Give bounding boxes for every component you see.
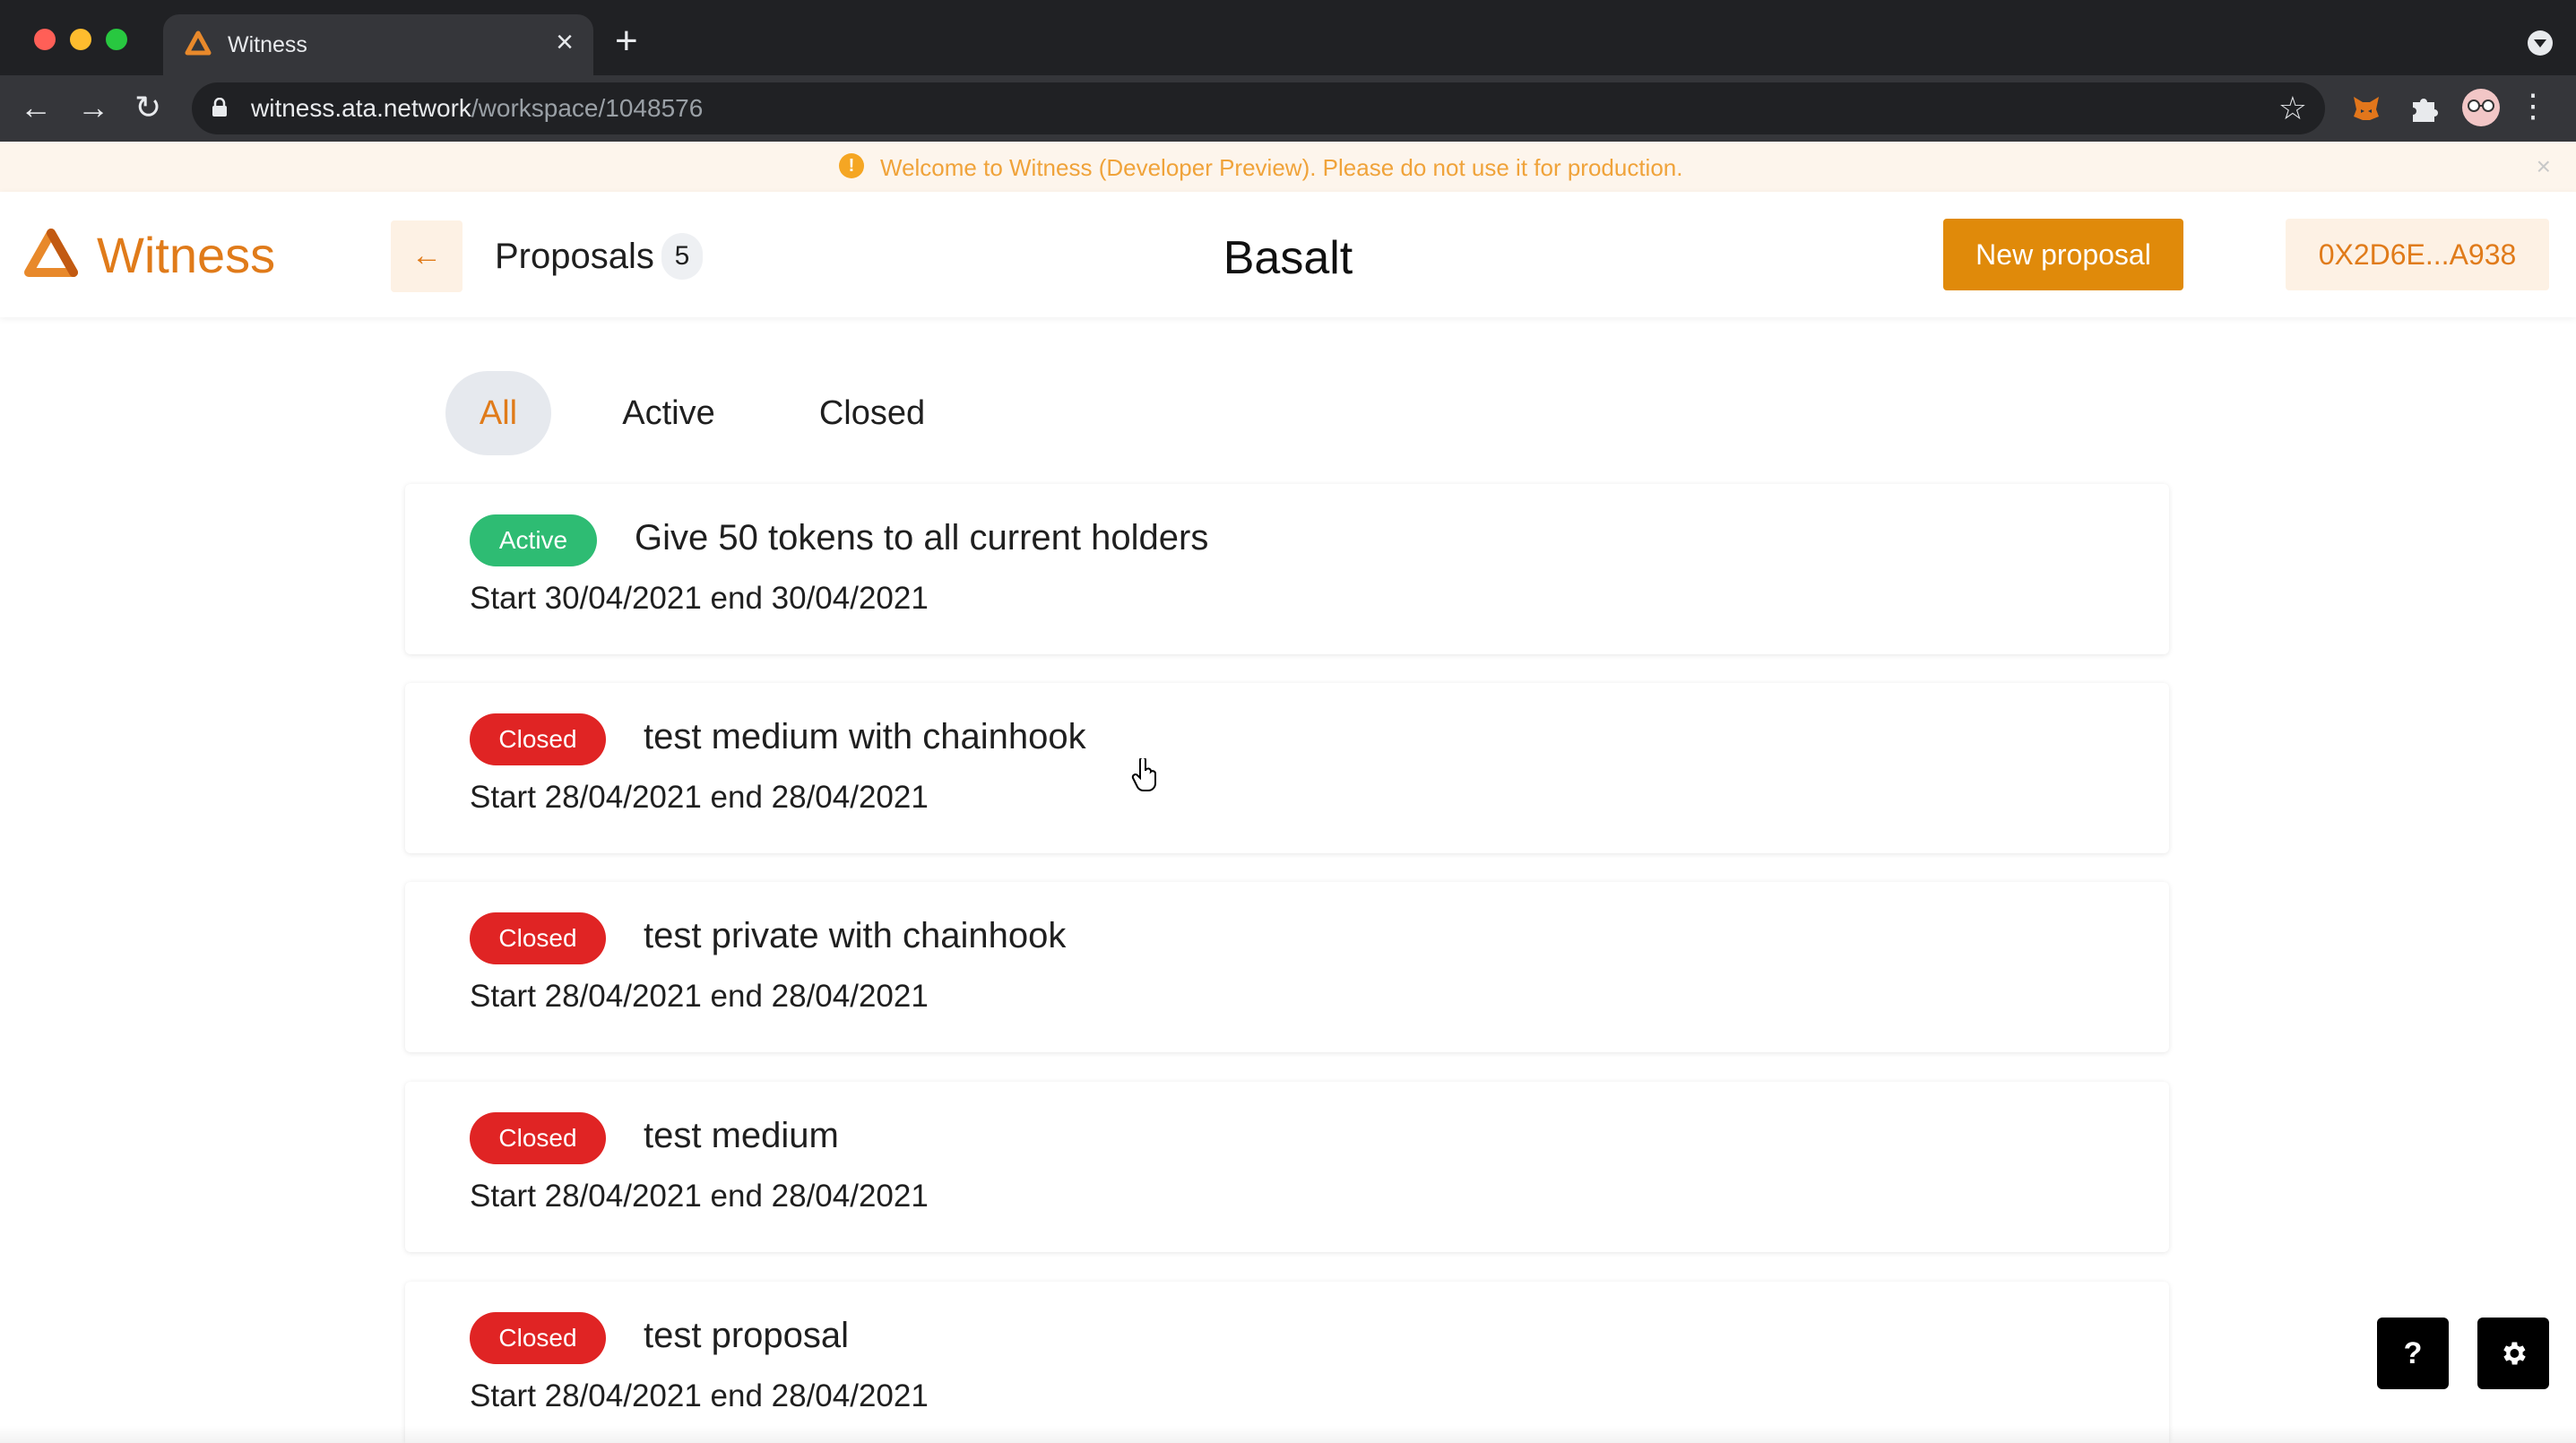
settings-button[interactable]	[2477, 1318, 2549, 1389]
back-arrow-button[interactable]: ←	[391, 220, 462, 292]
proposal-card[interactable]: Active Give 50 tokens to all current hol…	[405, 484, 2169, 654]
url-text: witness.ata.network/workspace/1048576	[251, 94, 703, 123]
wallet-address-button[interactable]: 0X2D6E...A938	[2286, 219, 2549, 290]
proposal-card[interactable]: Closed test proposal Start 28/04/2021 en…	[405, 1282, 2169, 1443]
witness-logo-icon[interactable]	[23, 228, 79, 280]
app-header: Witness ← Proposals 5 Basalt New proposa…	[0, 192, 2576, 317]
filter-tab-closed[interactable]: Closed	[798, 371, 947, 455]
warning-icon: !	[839, 153, 864, 178]
status-badge: Closed	[470, 713, 606, 765]
reload-button[interactable]: ↻	[134, 90, 161, 125]
status-badge: Closed	[470, 912, 606, 964]
window-close-button[interactable]	[34, 29, 56, 50]
bottom-shadow	[0, 1425, 2576, 1443]
proposal-title: Give 50 tokens to all current holders	[635, 518, 1209, 557]
developer-preview-banner: ! Welcome to Witness (Developer Preview)…	[0, 142, 2576, 192]
metamask-extension-icon[interactable]	[2348, 90, 2384, 125]
status-badge: Closed	[470, 1112, 606, 1164]
banner-close-icon[interactable]: ×	[2537, 152, 2551, 181]
proposal-card[interactable]: Closed test medium with chainhook Start …	[405, 683, 2169, 853]
filter-tab-active[interactable]: Active	[597, 371, 740, 455]
help-button[interactable]: ?	[2377, 1318, 2449, 1389]
proposals-label: Proposals	[495, 237, 654, 276]
witness-favicon-icon	[185, 30, 212, 56]
proposal-dates: Start 28/04/2021 end 28/04/2021	[470, 1179, 929, 1214]
url-path: /workspace/1048576	[471, 94, 704, 122]
status-badge: Closed	[470, 1312, 606, 1364]
proposal-card[interactable]: Closed test medium Start 28/04/2021 end …	[405, 1082, 2169, 1252]
browser-tabstrip: Witness × +	[0, 0, 2576, 75]
bookmark-star-icon[interactable]: ☆	[2278, 90, 2307, 127]
browser-menu-icon[interactable]: ⋮	[2517, 88, 2549, 124]
proposal-dates: Start 28/04/2021 end 28/04/2021	[470, 1378, 929, 1413]
proposals-count-badge: 5	[661, 233, 703, 280]
window-zoom-button[interactable]	[106, 29, 127, 50]
proposal-dates: Start 28/04/2021 end 28/04/2021	[470, 979, 929, 1014]
lock-icon	[212, 98, 227, 117]
address-bar[interactable]: witness.ata.network/workspace/1048576 ☆	[192, 82, 2325, 134]
status-badge: Active	[470, 514, 597, 566]
profile-avatar-icon[interactable]	[2461, 88, 2501, 127]
extensions-puzzle-icon[interactable]	[2406, 90, 2442, 125]
proposal-title: test medium	[644, 1116, 839, 1155]
workspace-title: Basalt	[1223, 232, 1353, 284]
proposal-card[interactable]: Closed test private with chainhook Start…	[405, 882, 2169, 1052]
hand-cursor-icon	[1131, 758, 1156, 792]
tab-search-icon[interactable]	[2528, 30, 2553, 56]
proposal-title: test private with chainhook	[644, 916, 1067, 955]
new-proposal-button[interactable]: New proposal	[1943, 219, 2183, 290]
proposal-title: test proposal	[644, 1316, 850, 1355]
window-minimize-button[interactable]	[70, 29, 91, 50]
app-name[interactable]: Witness	[97, 226, 275, 284]
forward-button[interactable]: →	[77, 90, 109, 125]
tab-title: Witness	[228, 32, 307, 57]
browser-toolbar: ← → ↻ witness.ata.network/workspace/1048…	[0, 75, 2576, 142]
new-tab-button[interactable]: +	[615, 22, 638, 61]
browser-tab[interactable]: Witness ×	[163, 14, 593, 75]
tab-close-icon[interactable]: ×	[556, 27, 574, 57]
gear-icon	[2503, 1342, 2526, 1365]
proposal-dates: Start 28/04/2021 end 28/04/2021	[470, 780, 929, 815]
url-host: witness.ata.network	[251, 94, 471, 122]
proposal-dates: Start 30/04/2021 end 30/04/2021	[470, 581, 929, 616]
back-button[interactable]: ←	[20, 90, 52, 125]
proposal-title: test medium with chainhook	[644, 717, 1086, 756]
filter-tab-all[interactable]: All	[445, 371, 551, 455]
banner-message: Welcome to Witness (Developer Preview). …	[880, 154, 1683, 181]
